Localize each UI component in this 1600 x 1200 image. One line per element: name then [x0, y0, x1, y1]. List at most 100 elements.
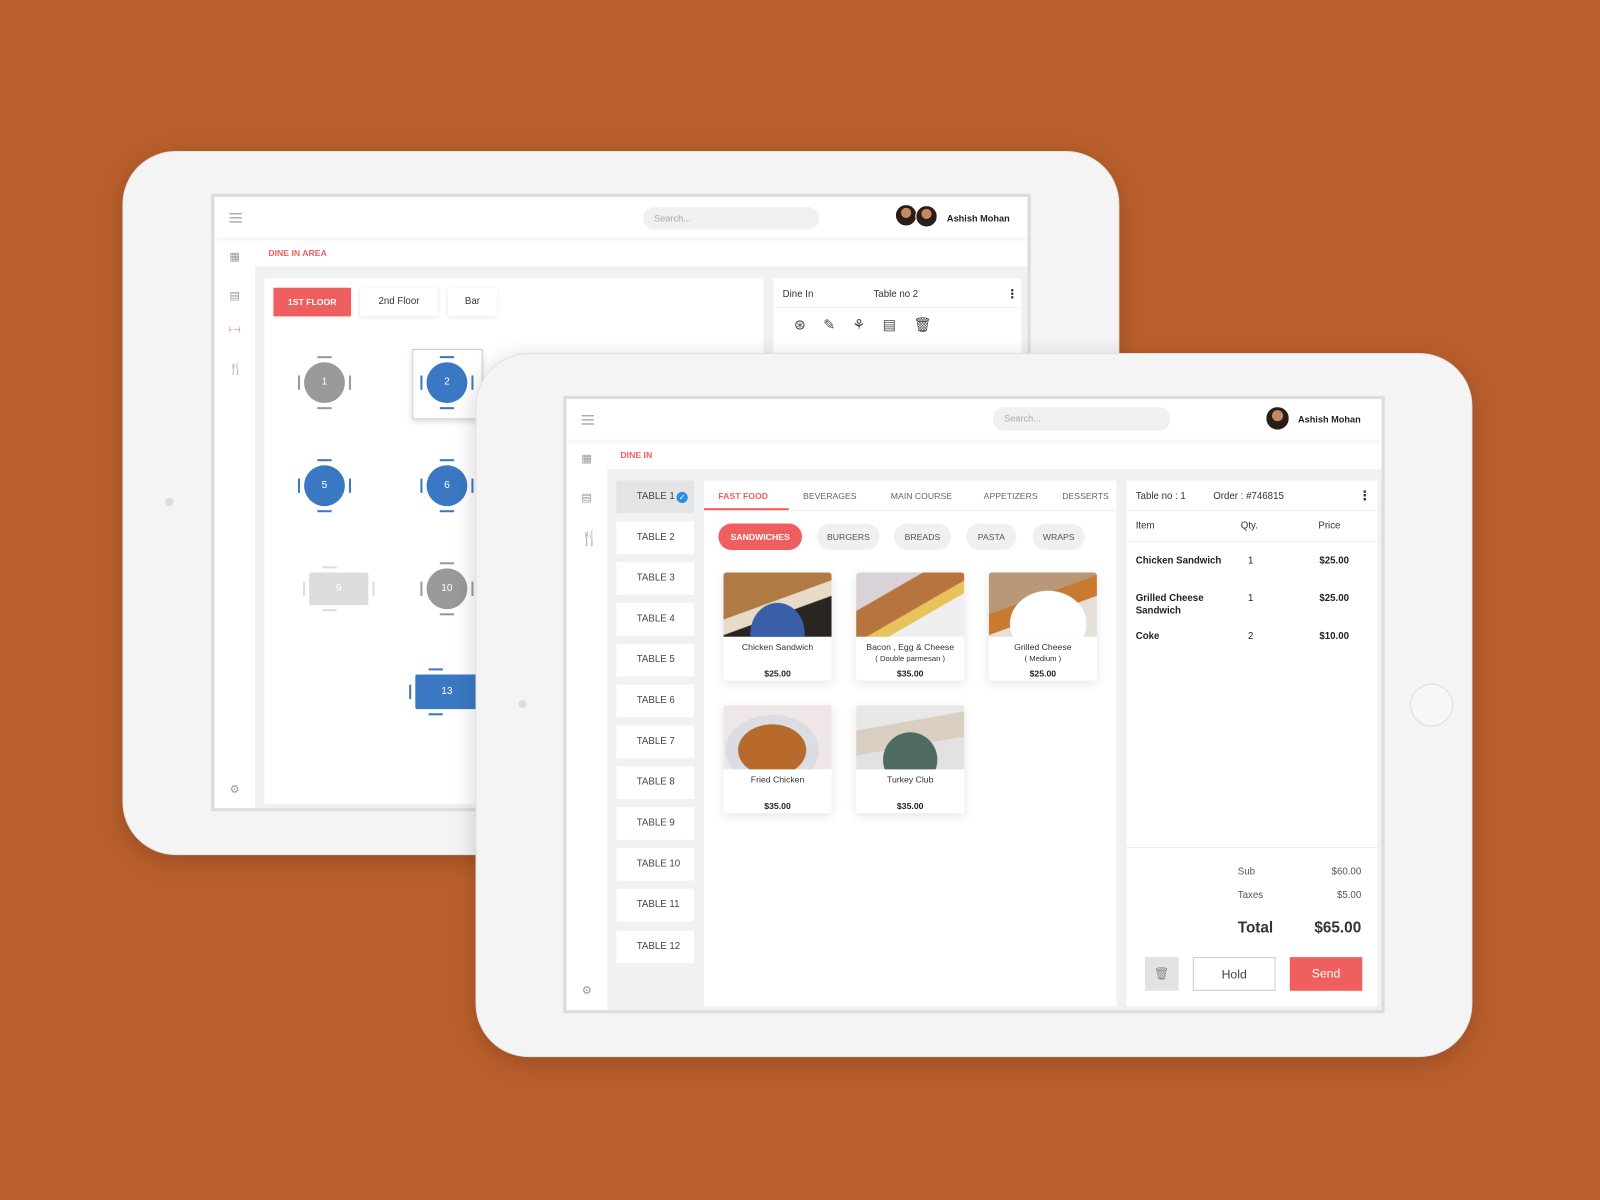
order-line-item[interactable]: Coke [1136, 631, 1228, 643]
menu-item-card[interactable]: Turkey Club $35.00 [856, 705, 965, 814]
table-9[interactable]: 9 [303, 566, 375, 612]
edit-icon[interactable]: ✎ [823, 316, 852, 332]
subcategory-chip-sandwiches[interactable]: SANDWICHES [718, 523, 803, 550]
order-line-qty: 2 [1247, 630, 1254, 642]
col-price: Price [1318, 520, 1341, 532]
menu-item-card[interactable]: Fried Chicken $35.00 [723, 705, 832, 814]
item-variant: ( Double parmesan ) [875, 654, 946, 664]
subtotal-label: Sub [1237, 866, 1255, 878]
header: Search... Ashish Mohan [214, 196, 1028, 238]
subcategory-chip-wraps[interactable]: WRAPS [1032, 523, 1085, 550]
item-title: Grilled Cheese [1014, 641, 1072, 653]
order-type: Dine In [782, 288, 814, 300]
subcategory-chip-burgers[interactable]: BURGERS [817, 523, 880, 550]
table-5[interactable]: 5 [297, 459, 352, 513]
settings-icon[interactable]: ⚙ [229, 783, 241, 796]
bill-icon[interactable]: ▤ [883, 316, 914, 332]
camera-dot [518, 699, 527, 709]
kebab-menu-icon[interactable]: ⋮ [1358, 488, 1371, 504]
kebab-menu-icon[interactable]: ⋮ [1006, 287, 1018, 301]
category-tab-beverages[interactable]: BEVERAGES [803, 491, 857, 501]
taxes-value: $5.00 [1336, 889, 1362, 902]
menu-item-card[interactable]: Grilled Cheese( Medium ) $25.00 [988, 572, 1097, 681]
mockup-stage: Search... Ashish Mohan ▦ ▤ ⊦⊣ 🍴 ⚙ DINE I… [0, 0, 1600, 1200]
table-tab-10[interactable]: TABLE 10 [616, 847, 694, 881]
active-tab-underline [704, 508, 789, 511]
subcategory-chip-breads[interactable]: BREADS [893, 523, 952, 550]
order-line-item[interactable]: Grilled Cheese Sandwich [1136, 593, 1228, 617]
food-image [723, 572, 832, 637]
total-value: $65.00 [1314, 919, 1362, 937]
user-name[interactable]: Ashish Mohan [1298, 414, 1361, 424]
item-title: Chicken Sandwich [741, 641, 814, 653]
dine-in-icon[interactable]: ⊦⊣ [229, 326, 241, 335]
divider [704, 510, 1117, 512]
avatar [894, 204, 918, 227]
menu-icon[interactable] [229, 213, 242, 223]
header: Search... Ashish Mohan [566, 398, 1382, 440]
discount-icon[interactable]: ⊛ [794, 316, 823, 332]
clear-order-button[interactable]: 🗑 [1144, 957, 1179, 991]
table-tab-4[interactable]: TABLE 4 [616, 603, 694, 636]
menu-panel: FAST FOOD BEVERAGES MAIN COURSE APPETIZERS D… [704, 480, 1117, 1007]
subcategory-chip-pasta[interactable]: PASTA [966, 523, 1017, 550]
order-line-qty: 1 [1247, 592, 1254, 605]
divider [773, 307, 1022, 309]
table-tab-3[interactable]: TABLE 3 [616, 562, 694, 595]
category-tab-fast-food[interactable]: FAST FOOD [718, 491, 768, 501]
menu-icon[interactable] [581, 415, 594, 425]
order-line-item[interactable]: Chicken Sandwich [1136, 555, 1228, 567]
avatar [1265, 406, 1290, 431]
menu-item-card[interactable]: Chicken Sandwich $25.00 [723, 572, 832, 681]
table-tab-6[interactable]: TABLE 6 [616, 684, 694, 718]
floor-tab-2nd[interactable]: 2nd Floor [360, 287, 438, 317]
clipboard-icon[interactable]: ▤ [229, 289, 241, 302]
table-tab-9[interactable]: TABLE 9 [616, 807, 694, 840]
table-tab-1[interactable]: TABLE 1 ✓ [616, 480, 694, 514]
category-tab-desserts[interactable]: DESSERTS [1062, 491, 1109, 501]
item-name: Grilled Cheese( Medium ) [989, 642, 1097, 666]
table-tab-5[interactable]: TABLE 5 [616, 643, 694, 677]
order-line-qty: 1 [1247, 555, 1254, 567]
table-tab-8[interactable]: TABLE 8 [616, 766, 694, 799]
menu-item-card[interactable]: Bacon , Egg & Cheese( Double parmesan ) $… [856, 572, 965, 681]
table-1[interactable]: 1 [297, 356, 352, 410]
search-input[interactable]: Search... [992, 407, 1171, 431]
item-title: Fried Chicken [750, 774, 805, 785]
table-tab-11[interactable]: TABLE 11 [616, 888, 694, 922]
send-button[interactable]: Send [1289, 957, 1363, 991]
floor-tab-bar[interactable]: Bar [447, 287, 497, 317]
item-title: Turkey Club [886, 774, 934, 785]
table-13[interactable]: 13 [409, 668, 485, 716]
item-price: $35.00 [764, 801, 791, 812]
cutlery-icon[interactable]: 🍴 [229, 362, 243, 375]
table-2[interactable]: 2 [420, 356, 474, 410]
table-6[interactable]: 6 [420, 459, 474, 513]
item-price: $25.00 [764, 668, 791, 679]
search-input[interactable]: Search... [642, 207, 820, 230]
dashboard-icon[interactable]: ▦ [229, 250, 241, 263]
table-detail-panel: Dine In Table no 2 ⋮ ⊛✎⚘▤🗑 [773, 278, 1022, 361]
home-button[interactable] [1410, 683, 1454, 727]
clipboard-icon[interactable]: ▤ [581, 491, 593, 504]
floor-tab-1st[interactable]: 1ST FLOOR [273, 287, 352, 317]
breadcrumb: DINE IN AREA [255, 237, 1028, 267]
category-tab-appetizers[interactable]: APPETIZERS [984, 491, 1038, 501]
settings-icon[interactable]: ⚙ [581, 984, 593, 997]
camera-dot [165, 497, 174, 507]
table-tab-7[interactable]: TABLE 7 [616, 725, 694, 759]
divider [1126, 540, 1378, 542]
table-10[interactable]: 10 [420, 562, 474, 616]
category-tab-main-course[interactable]: MAIN COURSE [891, 491, 952, 501]
trash-icon[interactable]: 🗑 [914, 316, 949, 332]
hold-button[interactable]: Hold [1192, 957, 1276, 991]
dashboard-icon[interactable]: ▦ [581, 452, 593, 465]
cutlery-icon[interactable]: 🍴 [581, 530, 599, 547]
item-name: Chicken Sandwich [723, 642, 831, 666]
user-name[interactable]: Ashish Mohan [947, 213, 1010, 223]
waiter-icon[interactable]: ⚘ [853, 316, 883, 332]
food-image [856, 705, 965, 770]
table-tab-12[interactable]: TABLE 12 [616, 930, 694, 964]
item-price: $25.00 [1029, 668, 1057, 679]
table-tab-2[interactable]: TABLE 2 [616, 521, 694, 555]
